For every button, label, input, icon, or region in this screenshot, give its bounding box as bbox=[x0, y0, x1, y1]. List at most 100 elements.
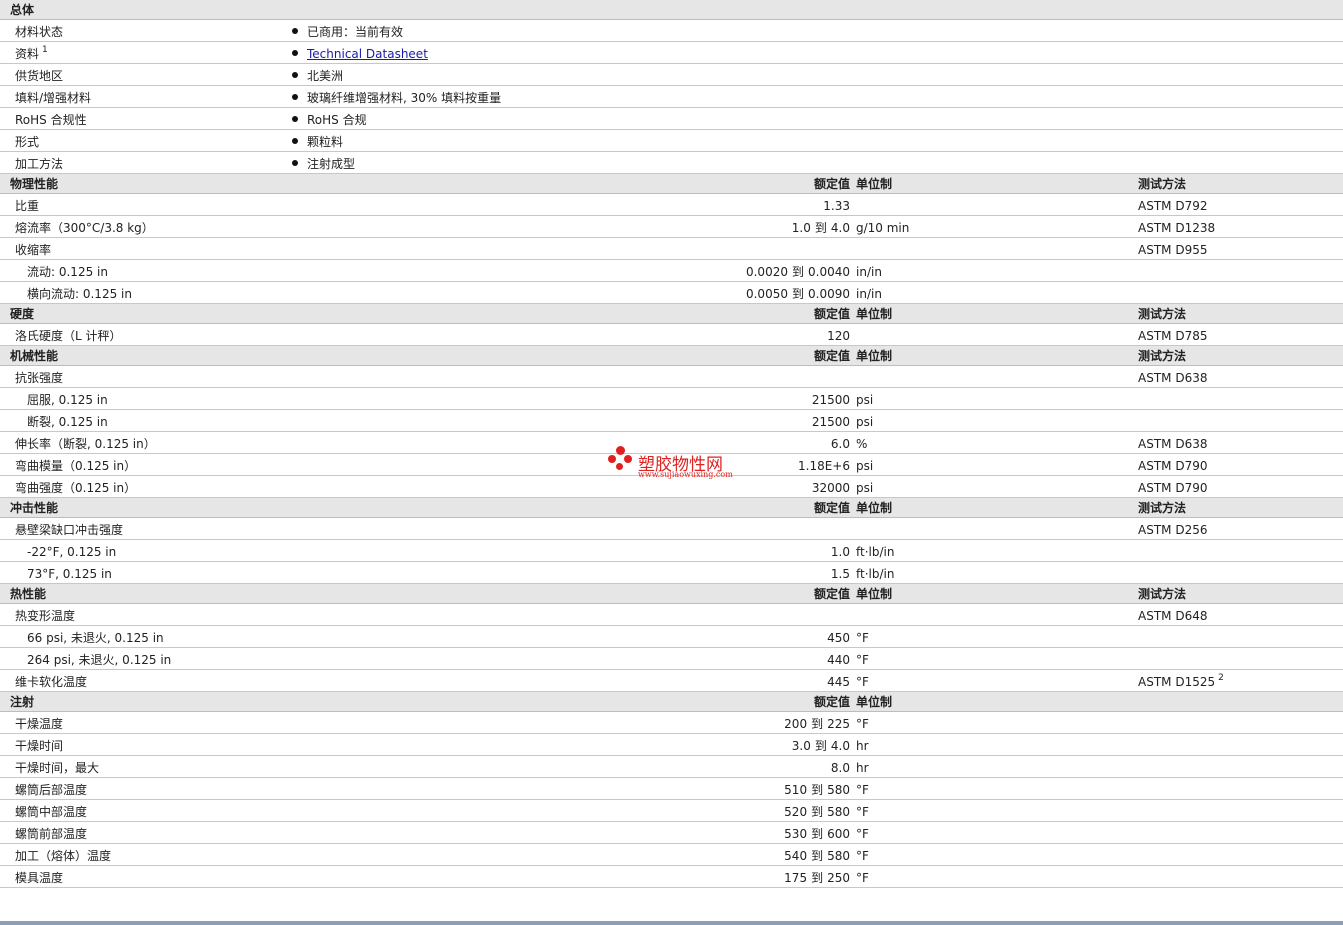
section-title: 机械性能 bbox=[10, 349, 59, 363]
range-to: 580 bbox=[827, 783, 850, 797]
range-word: 到 bbox=[811, 805, 824, 819]
row-label: 供货地区 bbox=[15, 69, 63, 83]
property-label: 干燥温度 bbox=[15, 717, 64, 731]
bottom-border bbox=[0, 921, 1343, 925]
value-text: 1.18E+6 bbox=[798, 459, 850, 473]
range-from: 3.0 bbox=[791, 739, 811, 753]
property-label: 弯曲模量（0.125 in） bbox=[15, 459, 137, 473]
test-method-text: ASTM D638 bbox=[1138, 371, 1208, 385]
range-to: 225 bbox=[827, 717, 850, 731]
range-to: 4.0 bbox=[830, 221, 850, 235]
property-row: 洛氏硬度（L 计秤） 120 ASTM D785 bbox=[0, 324, 1343, 346]
section-header: 总体 bbox=[0, 0, 1343, 20]
property-row: 比重 1.33 ASTM D792 bbox=[0, 194, 1343, 216]
test-method-text: ASTM D1238 bbox=[1138, 221, 1216, 235]
property-label: 熔流率（300°C/3.8 kg） bbox=[15, 221, 154, 235]
section-title: 热性能 bbox=[10, 587, 47, 601]
row-label-text: 填料/增强材料 bbox=[15, 91, 92, 105]
range-from: 200 bbox=[784, 717, 808, 731]
bullet-icon bbox=[292, 94, 298, 100]
property-unit: hr bbox=[856, 739, 869, 753]
range-word: 到 bbox=[791, 287, 804, 301]
property-row: 热变形温度 ASTM D648 bbox=[0, 604, 1343, 626]
test-method: ASTM D256 bbox=[1138, 523, 1207, 537]
property-row: 流动: 0.125 in 0.0020 到 0.0040 in/in bbox=[0, 260, 1343, 282]
property-section: 注射 额定值 单位制 干燥温度 200 到 225 °F 干燥时间 3.0 到 4.0 hr 干燥时间，最… bbox=[0, 692, 1343, 888]
property-label: 抗张强度 bbox=[15, 371, 64, 385]
header-test-method: 测试方法 bbox=[1138, 501, 1187, 515]
header-nominal-value: 额定值 bbox=[813, 501, 850, 515]
property-unit: °F bbox=[856, 849, 869, 863]
section-title: 冲击性能 bbox=[10, 501, 59, 515]
property-value: 0.0020 到 0.0040 bbox=[746, 265, 850, 279]
property-unit: °F bbox=[856, 805, 869, 819]
property-unit: °F bbox=[856, 783, 869, 797]
range-to: 580 bbox=[827, 805, 850, 819]
property-section: 冲击性能 额定值 单位制 测试方法 悬壁梁缺口冲击强度 ASTM D256 -22°F, 0… bbox=[0, 498, 1343, 584]
section-header: 物理性能 额定值 单位制 测试方法 bbox=[0, 174, 1343, 194]
header-unit: 单位制 bbox=[856, 349, 893, 363]
general-row: 资料 1 Technical Datasheet bbox=[0, 42, 1343, 64]
test-method: ASTM D792 bbox=[1138, 199, 1207, 213]
section-header: 硬度 额定值 单位制 测试方法 bbox=[0, 304, 1343, 324]
range-word: 到 bbox=[811, 871, 824, 885]
logo-dot bbox=[616, 446, 625, 455]
range-to: 0.0090 bbox=[808, 287, 850, 301]
property-row: 螺筒前部温度 530 到 600 °F bbox=[0, 822, 1343, 844]
logo-dot bbox=[616, 463, 623, 470]
property-label: 热变形温度 bbox=[15, 609, 76, 623]
header-nominal-value: 额定值 bbox=[813, 587, 850, 601]
range-from: 520 bbox=[784, 805, 808, 819]
property-row: 收缩率 ASTM D955 bbox=[0, 238, 1343, 260]
range-to: 4.0 bbox=[830, 739, 850, 753]
property-value: 21500 bbox=[812, 393, 850, 407]
property-value: 520 到 580 bbox=[784, 805, 850, 819]
range-word: 到 bbox=[814, 739, 827, 753]
test-method: ASTM D785 bbox=[1138, 329, 1207, 343]
datasheet-link[interactable]: Technical Datasheet bbox=[307, 47, 428, 61]
header-unit: 单位制 bbox=[856, 695, 893, 709]
property-row: 模具温度 175 到 250 °F bbox=[0, 866, 1343, 888]
footnote-marker: 1 bbox=[42, 45, 48, 55]
test-method-text: ASTM D785 bbox=[1138, 329, 1208, 343]
row-label-text: 形式 bbox=[15, 135, 40, 149]
value-text: 1.33 bbox=[823, 199, 850, 213]
value-text: 445 bbox=[827, 675, 850, 689]
value-text: 6.0 bbox=[830, 437, 850, 451]
property-row: 熔流率（300°C/3.8 kg） 1.0 到 4.0 g/10 min ASTM D12… bbox=[0, 216, 1343, 238]
row-value: 北美洲 bbox=[307, 69, 344, 83]
property-row: 干燥时间 3.0 到 4.0 hr bbox=[0, 734, 1343, 756]
value-text: 21500 bbox=[811, 393, 850, 407]
property-value: 1.18E+6 bbox=[798, 459, 850, 473]
property-unit: g/10 min bbox=[856, 221, 910, 235]
test-method-text: ASTM D638 bbox=[1138, 437, 1208, 451]
header-unit: 单位制 bbox=[856, 307, 893, 321]
property-label: 伸长率（断裂, 0.125 in） bbox=[15, 437, 156, 451]
property-unit: °F bbox=[856, 717, 869, 731]
property-unit: in/in bbox=[856, 287, 882, 301]
property-value: 0.0050 到 0.0090 bbox=[746, 287, 850, 301]
property-label: -22°F, 0.125 in bbox=[27, 545, 117, 559]
value-text: 32000 bbox=[811, 481, 850, 495]
bullet-icon bbox=[292, 50, 298, 56]
row-label: 形式 bbox=[15, 135, 39, 149]
property-row: 螺筒中部温度 520 到 580 °F bbox=[0, 800, 1343, 822]
header-unit: 单位制 bbox=[856, 177, 893, 191]
row-label: 填料/增强材料 bbox=[15, 91, 91, 105]
property-value: 200 到 225 bbox=[784, 717, 850, 731]
header-nominal-value: 额定值 bbox=[813, 349, 850, 363]
range-from: 530 bbox=[784, 827, 808, 841]
header-test-method: 测试方法 bbox=[1138, 307, 1187, 321]
property-label: 洛氏硬度（L 计秤） bbox=[15, 329, 122, 343]
general-row: 形式 颗粒料 bbox=[0, 130, 1343, 152]
property-unit: °F bbox=[856, 827, 869, 841]
general-row: 填料/增强材料 玻璃纤维增强材料, 30% 填料按重量 bbox=[0, 86, 1343, 108]
property-row: 抗张强度 ASTM D638 bbox=[0, 366, 1343, 388]
range-from: 510 bbox=[784, 783, 808, 797]
property-unit: % bbox=[856, 437, 868, 451]
property-label: 264 psi, 未退火, 0.125 in bbox=[27, 653, 172, 667]
range-word: 到 bbox=[811, 783, 824, 797]
section-title: 总体 bbox=[10, 3, 35, 17]
property-value: 1.5 bbox=[831, 567, 850, 581]
property-sections: 物理性能 额定值 单位制 测试方法 比重 1.33 ASTM D792 熔流率（300°C/3… bbox=[0, 174, 1343, 888]
